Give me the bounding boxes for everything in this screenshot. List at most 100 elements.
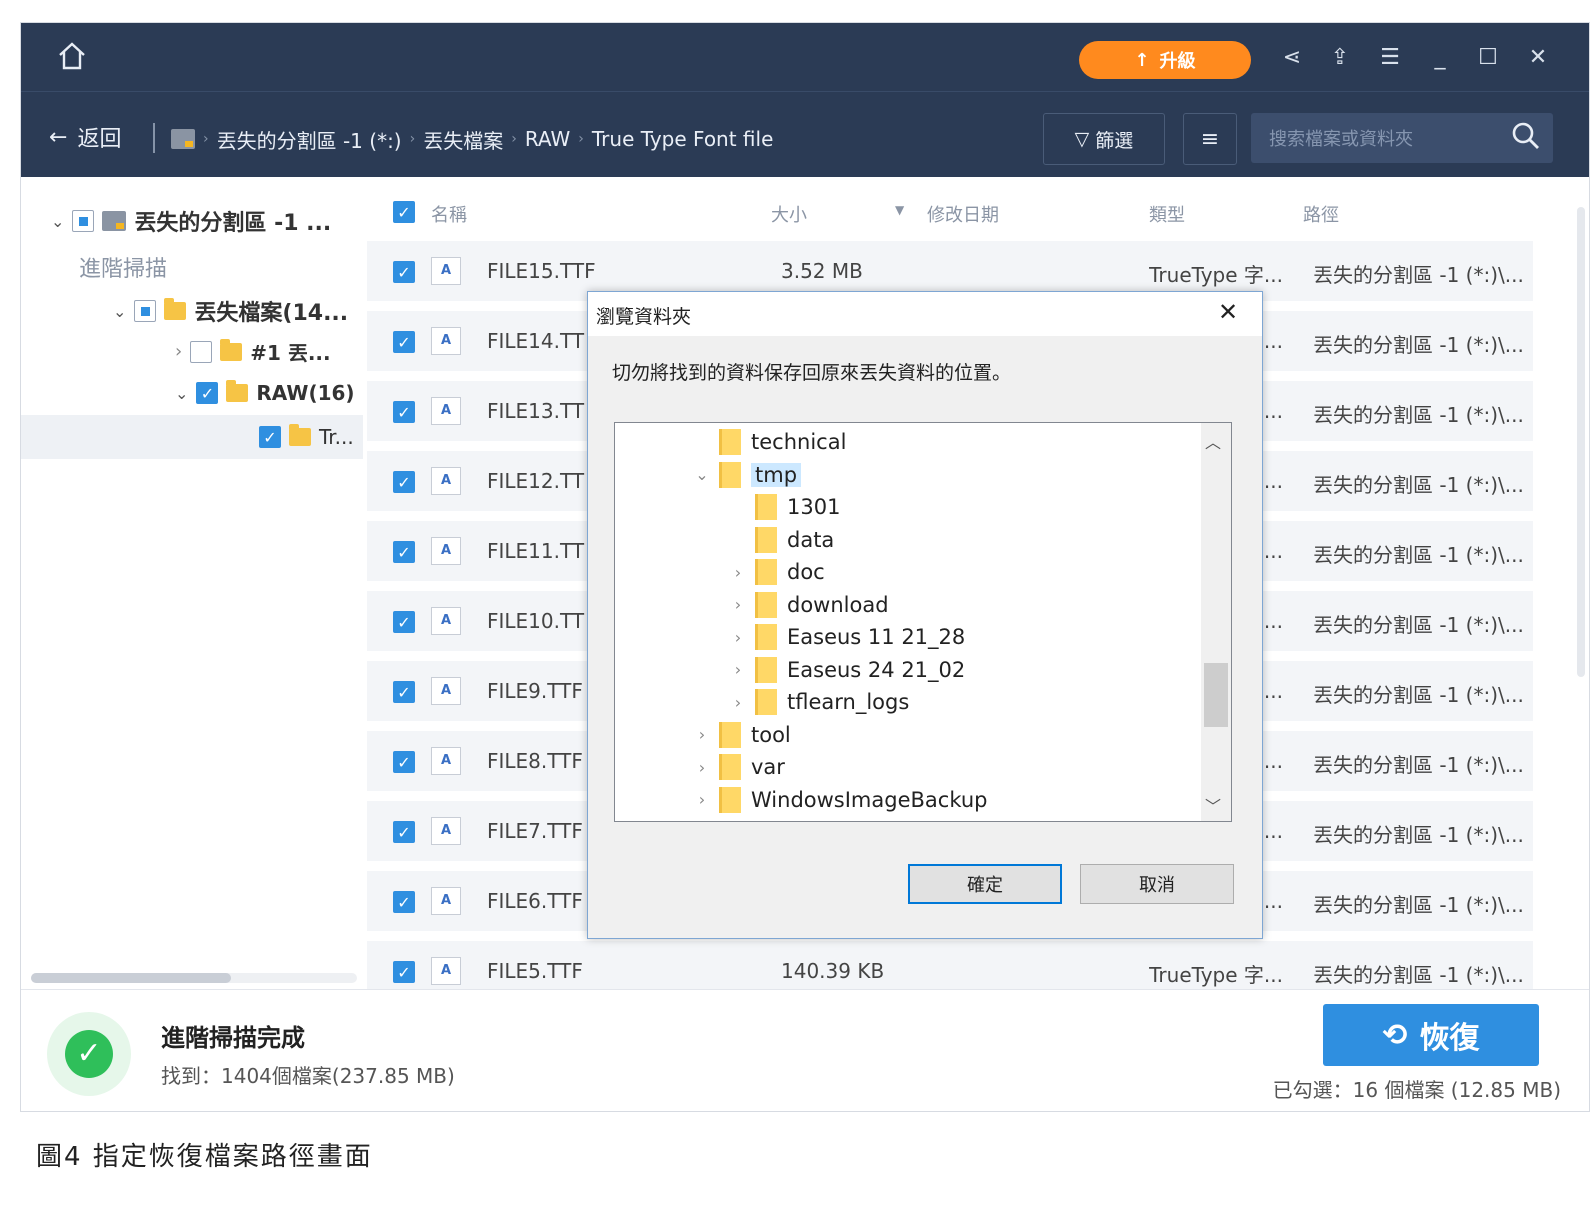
file-path: 丟失的分割區 -1 (*:)\... xyxy=(1313,543,1524,567)
expand-arrow-icon[interactable]: › xyxy=(695,790,709,809)
minimize-icon[interactable]: _ xyxy=(1425,43,1455,73)
file-name: FILE15.TTF xyxy=(487,259,596,283)
file-path: 丟失的分割區 -1 (*:)\... xyxy=(1313,823,1524,847)
row-checkbox[interactable]: ✓ xyxy=(393,821,415,843)
breadcrumb-item-ttf[interactable]: True Type Font file xyxy=(592,127,774,151)
close-icon[interactable]: ✕ xyxy=(1523,43,1553,73)
row-checkbox[interactable]: ✓ xyxy=(393,541,415,563)
search-input[interactable]: 搜索檔案或資料夾 xyxy=(1251,113,1553,163)
row-checkbox[interactable]: ✓ xyxy=(393,751,415,773)
tree-checkbox[interactable] xyxy=(190,340,213,363)
folder-node[interactable]: technical xyxy=(695,427,846,457)
maximize-icon[interactable]: ☐ xyxy=(1473,43,1503,73)
filter-button[interactable]: ▽ 篩選 xyxy=(1043,113,1165,165)
tree-checkbox[interactable]: ✓ xyxy=(196,382,219,404)
horizontal-scrollbar[interactable] xyxy=(31,973,357,983)
cancel-button[interactable]: 取消 xyxy=(1080,864,1234,904)
folder-node[interactable]: ⌄ tmp xyxy=(695,460,802,490)
expand-arrow-icon[interactable]: › xyxy=(695,758,709,777)
found-count: 找到：1404個檔案(237.85 MB) xyxy=(161,1064,455,1088)
expand-arrow-icon[interactable]: › xyxy=(731,595,745,614)
folder-node[interactable]: › tool xyxy=(695,720,791,750)
row-checkbox[interactable]: ✓ xyxy=(393,331,415,353)
file-name: FILE7.TTF xyxy=(487,819,583,843)
file-path: 丟失的分割區 -1 (*:)\... xyxy=(1313,753,1524,777)
search-icon[interactable] xyxy=(1511,121,1543,153)
chevron-down-icon[interactable]: ⌄ xyxy=(175,384,188,403)
folder-node[interactable]: data xyxy=(731,525,834,555)
tree-item-ttf[interactable]: ✓ Tr... xyxy=(259,424,354,449)
folder-icon xyxy=(755,559,777,585)
folder-node[interactable]: › Easeus 24 21_02 xyxy=(731,655,965,685)
row-checkbox[interactable]: ✓ xyxy=(393,681,415,703)
select-all-checkbox[interactable]: ✓ xyxy=(393,201,415,223)
folder-tree[interactable]: technical ⌄ tmp 1301 data › doc › download › Easeu… xyxy=(614,422,1232,822)
folder-icon xyxy=(719,754,741,780)
back-button[interactable]: ← 返回 xyxy=(49,121,121,153)
tree-checkbox[interactable] xyxy=(134,300,157,322)
menu-icon[interactable]: ☰ xyxy=(1375,43,1405,73)
tree-item-raw[interactable]: ⌄ ✓ RAW(16) xyxy=(175,380,355,405)
tree-item-1[interactable]: › #1 丟... xyxy=(175,337,331,366)
row-checkbox[interactable]: ✓ xyxy=(393,471,415,493)
folder-label: Easeus 11 21_28 xyxy=(787,625,966,649)
folder-node[interactable]: › tflearn_logs xyxy=(731,687,909,717)
upgrade-label: 升級 xyxy=(1159,51,1196,72)
upgrade-button[interactable]: ↑ 升級 xyxy=(1079,41,1251,79)
scrollbar-thumb[interactable] xyxy=(1204,663,1228,727)
vertical-scrollbar[interactable] xyxy=(1577,207,1585,677)
chevron-right-icon[interactable]: › xyxy=(175,341,182,362)
expand-arrow-icon[interactable]: › xyxy=(731,628,745,647)
list-view-button[interactable]: ≡ xyxy=(1183,113,1237,165)
column-type[interactable]: 類型 xyxy=(1149,201,1185,227)
row-checkbox[interactable]: ✓ xyxy=(393,261,415,283)
column-size[interactable]: 大小 xyxy=(771,201,807,227)
row-checkbox[interactable]: ✓ xyxy=(393,611,415,633)
file-path: 丟失的分割區 -1 (*:)\... xyxy=(1313,613,1524,637)
row-checkbox[interactable]: ✓ xyxy=(393,891,415,913)
expand-arrow-icon[interactable]: › xyxy=(731,660,745,679)
sort-down-icon[interactable]: ▼ xyxy=(895,203,904,217)
expand-arrow-icon[interactable]: › xyxy=(731,563,745,582)
recover-button[interactable]: ⟲ 恢復 xyxy=(1323,1004,1539,1066)
column-name[interactable]: 名稱 xyxy=(431,201,467,227)
home-icon[interactable] xyxy=(55,39,89,73)
chevron-down-icon[interactable]: ⌄ xyxy=(113,302,126,321)
scroll-up-icon[interactable]: ︿ xyxy=(1205,429,1221,453)
tree-label: Tr... xyxy=(319,425,354,449)
folder-icon xyxy=(755,656,777,683)
column-path[interactable]: 路徑 xyxy=(1303,201,1339,227)
tree-checkbox[interactable]: ✓ xyxy=(259,426,281,448)
folder-node[interactable]: › Easeus 11 21_28 xyxy=(731,622,965,652)
share-icon[interactable]: ⋖ xyxy=(1277,43,1307,73)
tree-checkbox[interactable] xyxy=(72,210,95,232)
dialog-title: 瀏覽資料夾 xyxy=(596,306,692,328)
expand-arrow-icon[interactable]: › xyxy=(695,725,709,744)
filter-label: 篩選 xyxy=(1095,129,1134,152)
file-path: 丟失的分割區 -1 (*:)\... xyxy=(1313,333,1524,357)
folder-node[interactable]: › var xyxy=(695,752,785,782)
row-checkbox[interactable]: ✓ xyxy=(393,401,415,423)
folder-node[interactable]: › doc xyxy=(731,557,825,587)
scroll-down-icon[interactable]: ﹀ xyxy=(1205,793,1221,817)
dialog-close-icon[interactable]: ✕ xyxy=(1218,298,1238,326)
expand-arrow-icon[interactable]: › xyxy=(731,693,745,712)
breadcrumb-item-partition[interactable]: 丟失的分割區 -1 (*:) xyxy=(217,125,402,154)
file-path: 丟失的分割區 -1 (*:)\... xyxy=(1313,683,1524,707)
tree-item-lost-files[interactable]: ⌄ 丟失檔案(14... xyxy=(113,295,348,327)
ok-button[interactable]: 確定 xyxy=(908,864,1062,904)
chevron-down-icon[interactable]: ⌄ xyxy=(51,212,64,231)
export-icon[interactable]: ⇪ xyxy=(1325,43,1355,73)
file-type: TrueType 字... xyxy=(1149,963,1283,987)
row-checkbox[interactable]: ✓ xyxy=(393,961,415,983)
column-date[interactable]: 修改日期 xyxy=(927,201,999,227)
breadcrumb-item-lost-files[interactable]: 丟失檔案 xyxy=(423,125,503,154)
folder-node[interactable]: 1301 xyxy=(731,492,840,522)
expand-arrow-icon[interactable]: ⌄ xyxy=(695,465,709,484)
folder-node[interactable]: › download xyxy=(731,590,889,620)
tree-item-partition[interactable]: ⌄ 丟失的分割區 -1 ... xyxy=(51,205,331,237)
scrollbar-thumb[interactable] xyxy=(31,973,231,983)
folder-node[interactable]: › WindowsImageBackup xyxy=(695,785,988,815)
tree-scrollbar[interactable]: ︿ ﹀ xyxy=(1201,423,1231,821)
breadcrumb-item-raw[interactable]: RAW xyxy=(525,127,570,151)
